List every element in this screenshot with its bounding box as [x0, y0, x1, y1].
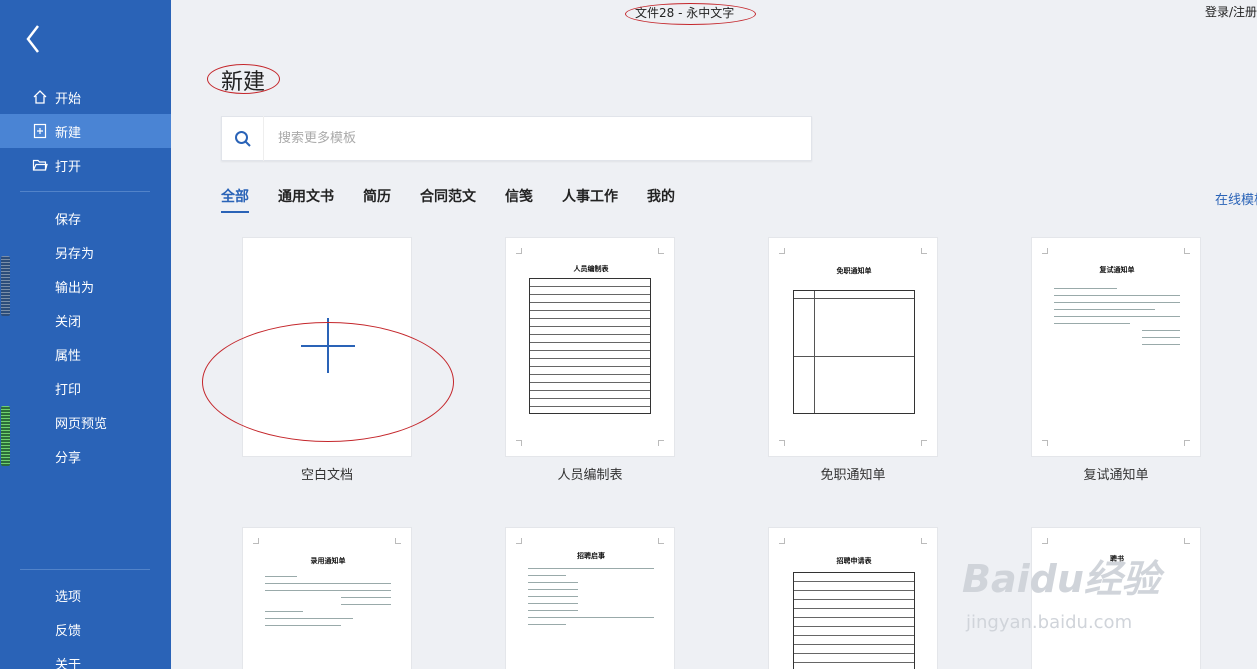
- tab-hr-work[interactable]: 人事工作: [562, 186, 618, 213]
- login-link[interactable]: 登录/注册: [1205, 3, 1257, 20]
- sidebar-divider: [20, 569, 150, 570]
- template-label: 人员编制表: [557, 468, 623, 483]
- sidebar: 开始 新建 打开 保存 另存为 输出为 关闭 属性 打印 网页预览 分享 选项 …: [0, 0, 171, 669]
- sidebar-nav-top: 开始 新建 打开: [0, 80, 171, 182]
- sidebar-item-new[interactable]: 新建: [0, 114, 171, 148]
- online-templates-link[interactable]: 在线模板: [1215, 189, 1257, 208]
- sidebar-item-print[interactable]: 打印: [0, 371, 171, 405]
- template-label: 空白文档: [300, 468, 353, 483]
- sidebar-item-properties[interactable]: 属性: [0, 337, 171, 371]
- folder-open-icon: [31, 156, 49, 174]
- sidebar-nav-bottom: 选项 反馈 关于: [0, 578, 171, 669]
- sidebar-status-meter: [1, 406, 10, 466]
- sidebar-resize-handle[interactable]: [1, 256, 10, 316]
- sidebar-item-label: 打开: [55, 159, 82, 175]
- template-card-job-posting[interactable]: 招聘启事: [505, 527, 675, 669]
- template-card-reexam-notice[interactable]: 复试通知单: [1031, 237, 1201, 457]
- template-label: 复试通知单: [1083, 468, 1149, 483]
- template-preview-title: 招聘申请表: [836, 557, 872, 565]
- template-preview-title: 人员编制表: [573, 265, 609, 273]
- sidebar-item-save-as[interactable]: 另存为: [0, 235, 171, 269]
- sidebar-item-web-preview[interactable]: 网页预览: [0, 405, 171, 439]
- sidebar-item-label: 新建: [55, 125, 82, 141]
- tab-mine[interactable]: 我的: [647, 186, 675, 213]
- template-preview-title: 录用通知单: [310, 557, 346, 565]
- sidebar-item-open[interactable]: 打开: [0, 148, 171, 182]
- template-preview-title: 招聘启事: [577, 552, 605, 560]
- sidebar-item-export[interactable]: 输出为: [0, 269, 171, 303]
- template-label: 免职通知单: [820, 468, 886, 483]
- sidebar-item-start[interactable]: 开始: [0, 80, 171, 114]
- tab-general-documents[interactable]: 通用文书: [278, 186, 334, 213]
- baidu-watermark-logo: Baidu经验: [962, 557, 1160, 601]
- template-preview-title: 免职通知单: [836, 267, 872, 275]
- new-document-icon: [31, 122, 49, 140]
- template-card-recruitment-application[interactable]: 招聘申请表: [768, 527, 938, 669]
- template-preview-text: [265, 576, 391, 632]
- sidebar-item-feedback[interactable]: 反馈: [0, 612, 171, 646]
- template-card-offer-notice[interactable]: 录用通知单: [242, 527, 412, 669]
- template-preview-table: [793, 572, 915, 669]
- home-icon: [31, 88, 49, 106]
- annotation-ellipse: [625, 3, 756, 25]
- sidebar-item-label: 开始: [55, 91, 82, 107]
- template-card-dismissal-notice[interactable]: 免职通知单: [768, 237, 938, 457]
- sidebar-item-about[interactable]: 关于: [0, 646, 171, 669]
- template-preview-title: 复试通知单: [1099, 266, 1135, 274]
- template-preview-text: [528, 568, 654, 631]
- template-preview-table: [529, 278, 651, 414]
- baidu-watermark-url: jingyan.baidu.com: [966, 612, 1133, 633]
- template-card-staffing-table[interactable]: 人员编制表: [505, 237, 675, 457]
- tab-contracts[interactable]: 合同范文: [420, 186, 476, 213]
- search-icon[interactable]: [222, 116, 264, 161]
- sidebar-item-save[interactable]: 保存: [0, 201, 171, 235]
- sidebar-item-close[interactable]: 关闭: [0, 303, 171, 337]
- tab-all[interactable]: 全部: [221, 186, 249, 213]
- category-tabs: 全部 通用文书 简历 合同范文 信笺 人事工作 我的: [221, 186, 704, 213]
- template-preview-text: [1054, 288, 1180, 351]
- sidebar-item-options[interactable]: 选项: [0, 578, 171, 612]
- annotation-ellipse: [202, 322, 454, 442]
- sidebar-item-share[interactable]: 分享: [0, 439, 171, 473]
- sidebar-divider: [20, 191, 150, 192]
- tab-letterhead[interactable]: 信笺: [505, 186, 533, 213]
- tab-resume[interactable]: 简历: [363, 186, 391, 213]
- back-arrow-icon[interactable]: [22, 22, 52, 56]
- search-input[interactable]: [264, 131, 784, 146]
- title-bar: 文件28 - 永中文字 登录/注册: [171, 0, 1257, 25]
- annotation-ellipse: [207, 64, 280, 94]
- template-preview-table: [793, 290, 915, 414]
- sidebar-nav-middle: 保存 另存为 输出为 关闭 属性 打印 网页预览 分享: [0, 201, 171, 473]
- template-search: [221, 116, 812, 161]
